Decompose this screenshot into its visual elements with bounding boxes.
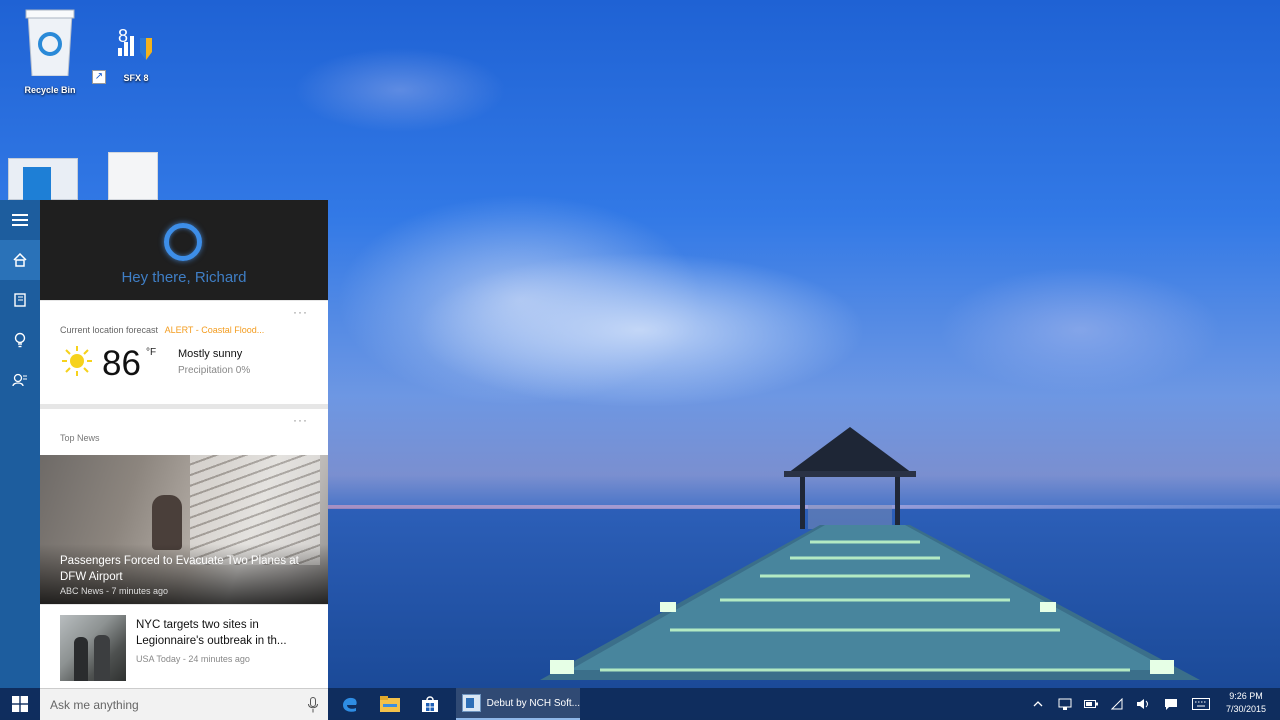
- feedback-icon: [12, 373, 27, 387]
- blank-document-icon[interactable]: [108, 152, 158, 200]
- rail-home-button[interactable]: [0, 240, 40, 280]
- precipitation-text: Precipitation 0%: [178, 365, 251, 376]
- active-app-label: Debut by NCH Soft...: [486, 697, 580, 709]
- recycle-bin-icon: [25, 9, 75, 77]
- weather-more-button[interactable]: ···: [293, 305, 308, 319]
- network-tray-button[interactable]: [1054, 688, 1076, 720]
- hamburger-menu-button[interactable]: [0, 200, 40, 240]
- sfx-app-icon: 8: [118, 26, 152, 60]
- weather-location-label: Current location forecast ALERT - Coasta…: [60, 325, 264, 335]
- clock-time: 9:26 PM: [1229, 691, 1263, 701]
- wifi-icon: [1111, 698, 1123, 710]
- sun-icon: [62, 346, 92, 376]
- notebook-icon: [14, 293, 26, 307]
- show-hidden-icons-button[interactable]: [1028, 688, 1048, 720]
- action-center-button[interactable]: [1160, 688, 1182, 720]
- windows-logo-icon: [12, 696, 28, 712]
- debut-app-icon: [462, 694, 481, 712]
- cortana-search-box[interactable]: [40, 688, 328, 720]
- news2-source: USA Today - 24 minutes ago: [136, 654, 250, 664]
- sfx-desktop-icon[interactable]: 8 SFX 8: [96, 24, 176, 83]
- clock-date: 7/30/2015: [1225, 704, 1267, 714]
- home-icon: [13, 253, 27, 267]
- news-more-button[interactable]: ···: [293, 413, 308, 427]
- network-icon: [1058, 698, 1072, 710]
- cortana-header: Hey there, Richard: [40, 200, 328, 300]
- volume-icon: [1137, 699, 1148, 709]
- debut-taskbar-button[interactable]: Debut by NCH Soft...: [456, 688, 580, 720]
- wallpaper-pier: [540, 525, 1200, 680]
- store-taskbar-button[interactable]: [410, 688, 450, 720]
- top-news-header: Top News: [60, 433, 100, 443]
- weather-alert[interactable]: ALERT - Coastal Flood...: [165, 325, 265, 335]
- news-headline[interactable]: Passengers Forced to Evacuate Two Planes…: [60, 553, 310, 585]
- temperature-value: 86: [102, 344, 141, 383]
- lightbulb-icon: [14, 332, 26, 348]
- news-thumbnail: [60, 615, 126, 681]
- chevron-up-icon: [1033, 701, 1043, 707]
- microphone-icon[interactable]: [308, 697, 318, 713]
- news-source: ABC News - 7 minutes ago: [60, 586, 169, 596]
- search-input[interactable]: [50, 696, 290, 714]
- window-thumbnail-icon[interactable]: [8, 158, 78, 201]
- battery-tray-button[interactable]: [1080, 688, 1102, 720]
- keyboard-icon: [1192, 698, 1210, 710]
- edge-taskbar-button[interactable]: [330, 688, 370, 720]
- edge-icon: [343, 697, 357, 712]
- notifications-icon: [1165, 699, 1177, 710]
- wallpaper-gazebo: [784, 427, 916, 529]
- rail-reminders-button[interactable]: [0, 320, 40, 360]
- file-explorer-icon: [380, 696, 400, 712]
- news-list-item[interactable]: NYC targets two sites in Legionnaire's o…: [40, 605, 328, 688]
- recycle-bin-label: Recycle Bin: [24, 85, 76, 95]
- news2-headline[interactable]: NYC targets two sites in Legionnaire's o…: [136, 617, 316, 649]
- cortana-panel: Hey there, Richard ··· Current location …: [40, 200, 328, 688]
- recycle-bin-desktop-icon[interactable]: Recycle Bin: [10, 6, 90, 95]
- weather-card[interactable]: ··· Current location forecast ALERT - Co…: [40, 301, 328, 404]
- shortcut-arrow-icon: ↗: [92, 70, 106, 84]
- touch-keyboard-button[interactable]: [1188, 688, 1214, 720]
- temperature-unit: °F: [146, 347, 157, 358]
- cortana-rail: [0, 200, 40, 688]
- file-explorer-taskbar-button[interactable]: [370, 688, 410, 720]
- store-icon: [422, 696, 438, 712]
- battery-icon: [1084, 700, 1098, 708]
- wifi-tray-button[interactable]: [1106, 688, 1128, 720]
- news-image[interactable]: Passengers Forced to Evacuate Two Planes…: [40, 455, 328, 604]
- sfx-label: SFX 8: [123, 73, 149, 83]
- cortana-logo-icon[interactable]: [164, 223, 202, 261]
- menu-icon: [12, 214, 28, 226]
- volume-tray-button[interactable]: [1132, 688, 1154, 720]
- rail-feedback-button[interactable]: [0, 360, 40, 400]
- top-news-card[interactable]: Top News ··· Passengers Forced to Evacua…: [40, 409, 328, 604]
- weather-condition: Mostly sunny: [178, 348, 243, 360]
- cortana-greeting: Hey there, Richard: [121, 269, 247, 286]
- rail-notebook-button[interactable]: [0, 280, 40, 320]
- location-label: Current location forecast: [60, 325, 159, 335]
- start-button[interactable]: [0, 688, 40, 720]
- system-clock[interactable]: 9:26 PM 7/30/2015: [1218, 690, 1274, 716]
